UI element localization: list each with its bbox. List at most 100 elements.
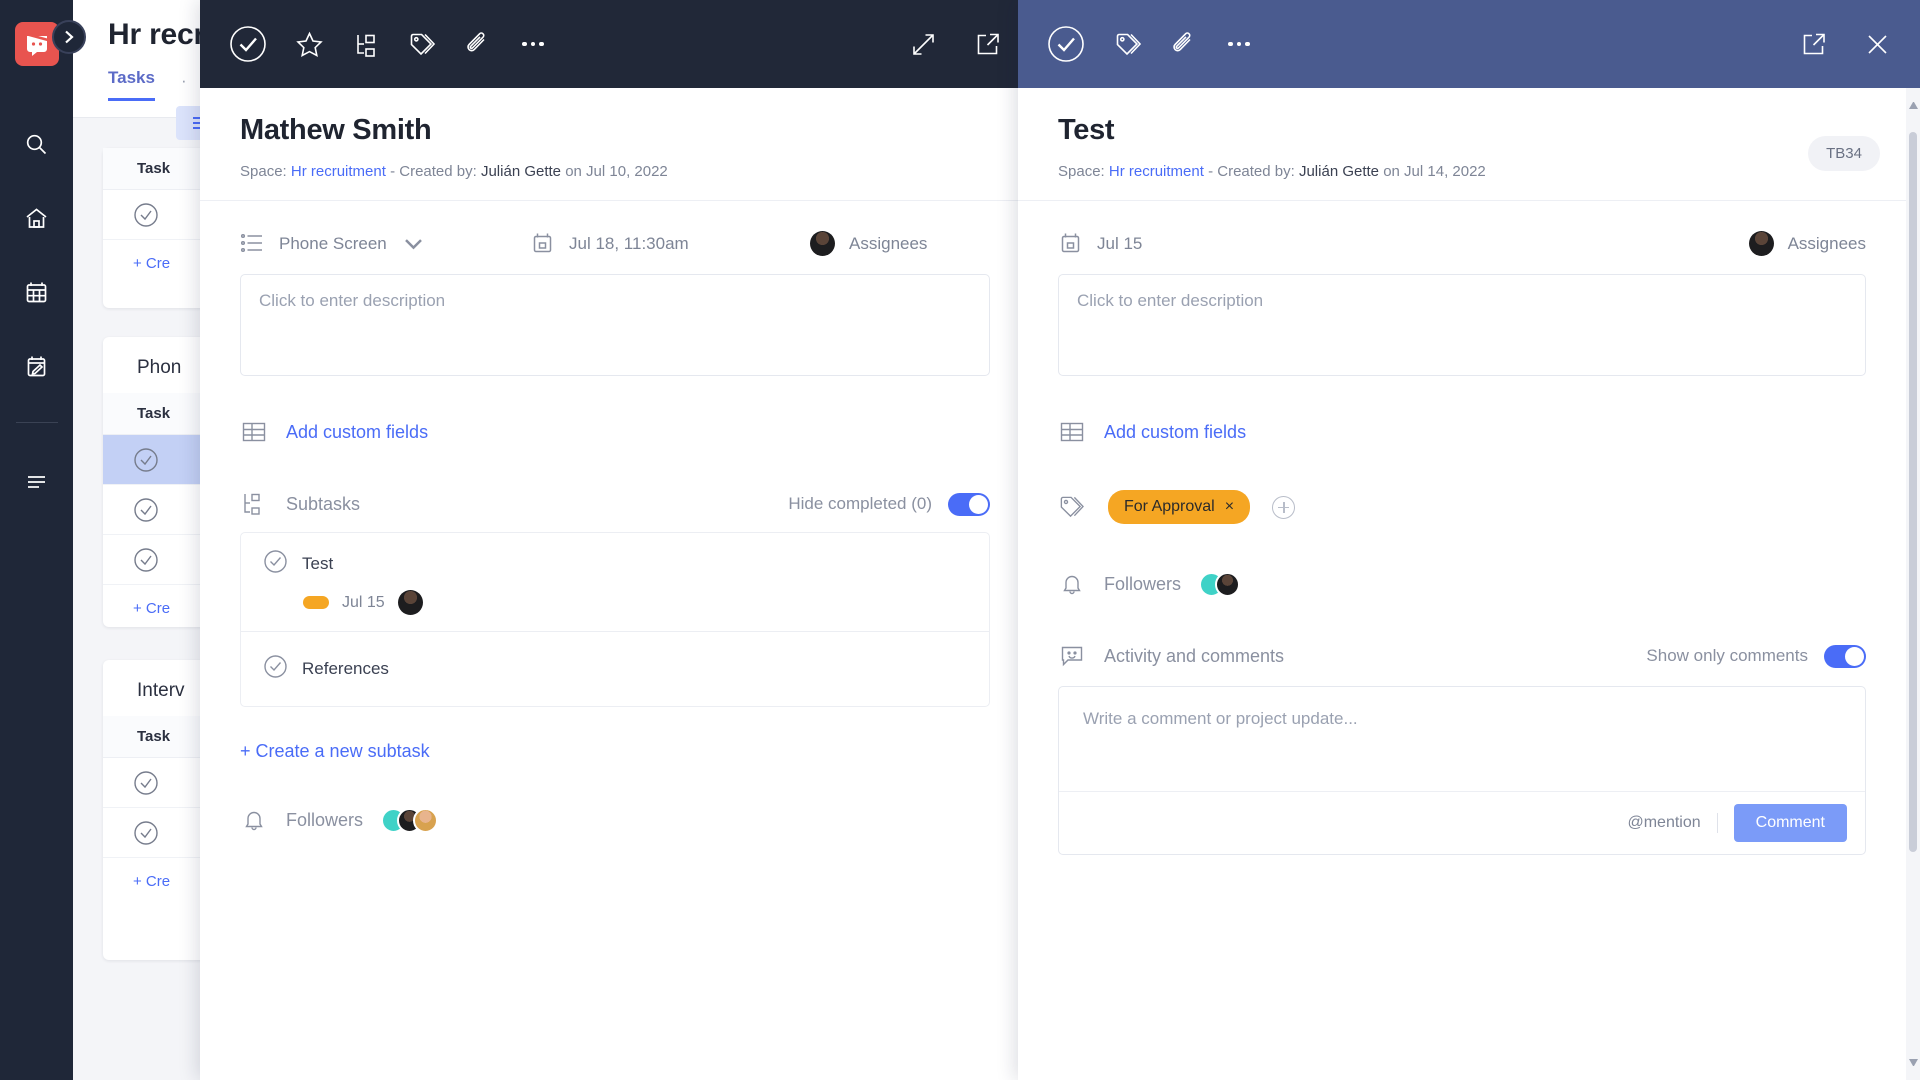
comment-composer: Write a comment or project update... @me…	[1058, 686, 1866, 855]
task-meta: Space: Hr recruitment - Created by: Juli…	[1058, 163, 1880, 180]
followers-avatars[interactable]	[381, 807, 439, 833]
show-only-comments-toggle[interactable]	[1824, 644, 1866, 668]
status-field[interactable]: Phone Screen	[240, 231, 530, 256]
open-external-icon[interactable]	[972, 29, 1002, 59]
list-item[interactable]: References	[241, 632, 989, 706]
assignees-field[interactable]: Assignees	[1748, 231, 1866, 256]
create-subtask-link[interactable]: + Create a new subtask	[240, 741, 990, 762]
subtask-name: Test	[302, 554, 334, 573]
task-code-badge[interactable]: TB34	[1808, 136, 1880, 171]
followers-row[interactable]: Followers	[1058, 570, 1866, 598]
mention-button[interactable]: @mention	[1627, 814, 1700, 832]
creator-name: Julián Gette	[480, 163, 562, 180]
plus-circle-icon[interactable]	[1272, 495, 1296, 519]
rail-icon-group	[23, 130, 51, 380]
calendar-icon	[1061, 233, 1080, 253]
assignees-label: Assignees	[849, 233, 928, 253]
panel-one-body: Phone Screen Jul 18, 11:30am Assignees C…	[200, 201, 1030, 1080]
check-circle-icon[interactable]	[133, 447, 159, 473]
add-custom-fields-row[interactable]: Add custom fields	[240, 418, 990, 446]
hide-completed-control[interactable]: Hide completed (0)	[788, 492, 990, 516]
subtask-icon[interactable]	[350, 29, 380, 59]
check-circle-icon[interactable]	[228, 24, 268, 64]
add-custom-fields-link[interactable]: Add custom fields	[286, 422, 428, 443]
search-icon[interactable]	[23, 130, 51, 158]
expand-icon[interactable]	[908, 29, 938, 59]
tag-icon[interactable]	[1112, 29, 1142, 59]
space-link[interactable]: Hr recruitment	[291, 163, 386, 180]
avatar	[1215, 571, 1241, 597]
subtask-date: Jul 15	[342, 593, 385, 611]
description-input[interactable]: Click to enter description	[240, 274, 990, 376]
tab-more[interactable]: ·	[181, 71, 187, 101]
planner-icon[interactable]	[23, 352, 51, 380]
menu-icon[interactable]	[23, 467, 51, 495]
task-detail-panel-secondary: Test Space: Hr recruitment - Created by:…	[1018, 0, 1920, 1080]
app-logo-icon[interactable]	[14, 22, 59, 66]
table-icon	[1058, 418, 1086, 446]
followers-row[interactable]: Followers	[240, 806, 990, 834]
panel-two-body: Jul 15 Assignees Click to enter descript…	[1018, 201, 1920, 1080]
subtask-row-top: References	[263, 654, 989, 684]
description-input[interactable]: Click to enter description	[1058, 274, 1866, 376]
assignees-field[interactable]: Assignees	[810, 231, 927, 256]
followers-avatars[interactable]	[1199, 571, 1241, 597]
scrollbar-thumb[interactable]	[1909, 132, 1917, 852]
paperclip-icon[interactable]	[462, 29, 492, 59]
bell-icon	[240, 806, 268, 834]
check-circle-icon[interactable]	[1046, 24, 1086, 64]
bell-icon	[1058, 570, 1086, 598]
panel-two-header: Test Space: Hr recruitment - Created by:…	[1018, 88, 1920, 201]
close-icon[interactable]	[1862, 29, 1892, 59]
hide-completed-toggle[interactable]	[948, 492, 990, 516]
left-rail	[0, 0, 73, 1080]
home-icon[interactable]	[23, 204, 51, 232]
list-item[interactable]: Test Jul 15	[241, 533, 989, 632]
due-date-field[interactable]: Jul 15	[1058, 231, 1142, 256]
space-link[interactable]: Hr recruitment	[1109, 163, 1204, 180]
tags-row: For Approval ×	[1058, 490, 1866, 524]
scroll-up-arrow-icon[interactable]	[1909, 100, 1918, 109]
followers-label: Followers	[1104, 573, 1182, 594]
open-external-icon[interactable]	[1798, 29, 1828, 59]
more-options-icon[interactable]	[1224, 29, 1254, 59]
check-circle-icon[interactable]	[133, 820, 159, 846]
check-circle-icon[interactable]	[133, 547, 159, 573]
due-date-field[interactable]: Jul 18, 11:30am	[530, 231, 810, 256]
chevron-right-icon	[65, 30, 74, 44]
app-logo-glyph	[25, 32, 48, 56]
star-icon[interactable]	[294, 29, 324, 59]
tab-tasks[interactable]: Tasks	[108, 68, 155, 101]
tag-chip-for-approval[interactable]: For Approval ×	[1108, 490, 1251, 524]
add-custom-fields-row[interactable]: Add custom fields	[1058, 418, 1866, 446]
meta-separator: - Created by:	[1208, 163, 1295, 180]
sidebar-toggle-button[interactable]	[52, 20, 86, 54]
check-circle-icon[interactable]	[263, 549, 288, 579]
scroll-down-arrow-icon[interactable]	[1909, 1059, 1918, 1068]
tag-chip-label: For Approval	[1124, 498, 1215, 515]
comment-input[interactable]: Write a comment or project update...	[1059, 687, 1865, 791]
panel-two-toolbar-left	[1046, 24, 1254, 64]
table-icon	[240, 418, 268, 446]
calendar-icon[interactable]	[23, 278, 51, 306]
comment-icon	[1058, 642, 1086, 670]
description-placeholder: Click to enter description	[1077, 291, 1264, 310]
tag-icon[interactable]	[406, 29, 436, 59]
activity-header: Activity and comments Show only comments	[1058, 642, 1866, 670]
status-badge[interactable]	[303, 596, 329, 609]
paperclip-icon[interactable]	[1168, 29, 1198, 59]
more-options-icon[interactable]	[518, 29, 548, 59]
followers-label: Followers	[286, 809, 364, 830]
close-icon[interactable]: ×	[1225, 498, 1234, 516]
check-circle-icon[interactable]	[263, 654, 288, 684]
check-circle-icon[interactable]	[133, 770, 159, 796]
add-custom-fields-link[interactable]: Add custom fields	[1104, 422, 1246, 443]
panel-two-scrollbar[interactable]	[1906, 88, 1920, 1080]
show-only-comments-control[interactable]: Show only comments	[1646, 644, 1866, 668]
comment-button[interactable]: Comment	[1733, 804, 1847, 842]
hide-completed-label: Hide completed (0)	[788, 494, 932, 513]
check-circle-icon[interactable]	[133, 497, 159, 523]
task-title: Mathew Smith	[240, 114, 432, 146]
check-circle-icon[interactable]	[133, 202, 159, 228]
status-label: Phone Screen	[279, 233, 387, 253]
